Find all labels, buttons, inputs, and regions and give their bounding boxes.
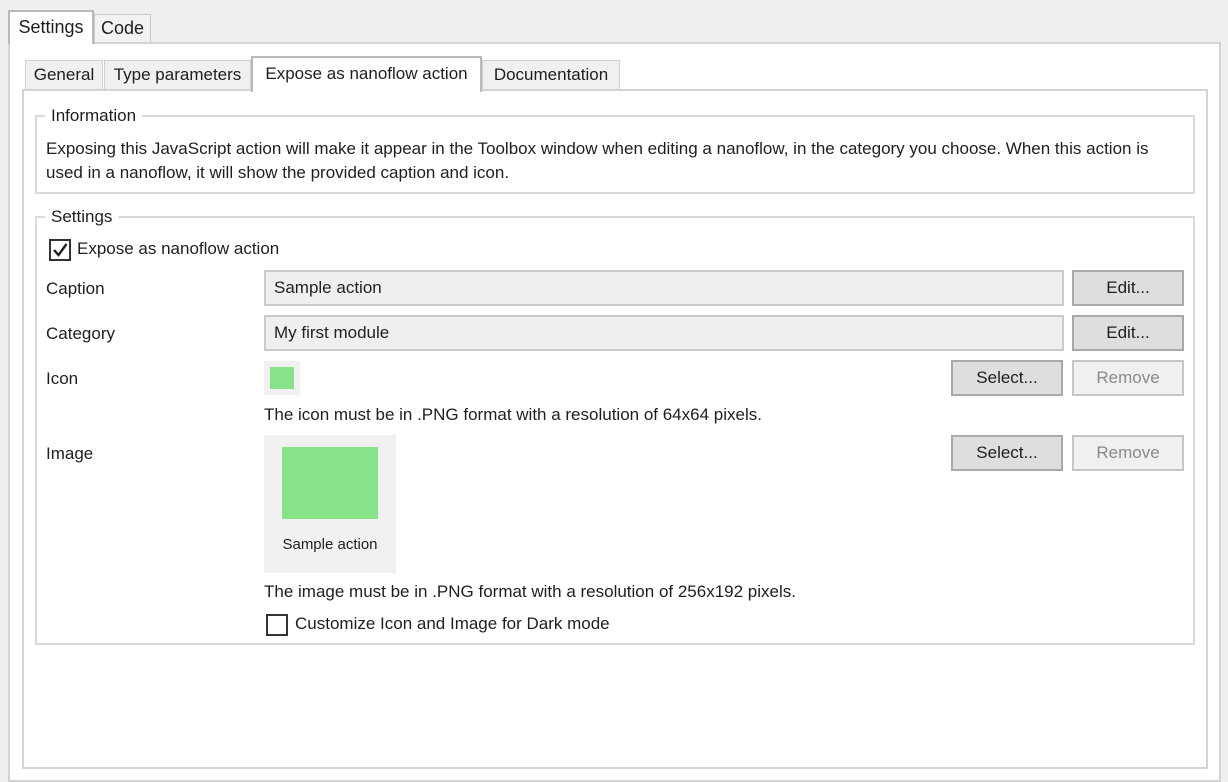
tab-general[interactable]: General (25, 60, 103, 90)
image-hint: The image must be in .PNG format with a … (264, 582, 796, 601)
information-legend: Information (45, 106, 143, 126)
tab-code[interactable]: Code (94, 14, 151, 42)
information-text: Exposing this JavaScript action will mak… (46, 139, 1149, 182)
caption-edit-button[interactable]: Edit... (1072, 270, 1184, 306)
icon-preview-swatch (270, 367, 294, 389)
icon-remove-button[interactable]: Remove (1072, 360, 1184, 396)
icon-label: Icon (46, 369, 79, 388)
image-select-button[interactable]: Select... (951, 435, 1063, 471)
image-preview-caption: Sample action (282, 536, 378, 553)
tab-expose-as-nanoflow-action[interactable]: Expose as nanoflow action (251, 56, 482, 92)
icon-preview (264, 361, 300, 395)
tab-type-parameters[interactable]: Type parameters (104, 60, 251, 90)
dark-mode-checkbox-label[interactable]: Customize Icon and Image for Dark mode (295, 614, 610, 634)
image-preview-swatch (282, 447, 378, 519)
icon-hint: The icon must be in .PNG format with a r… (264, 405, 762, 424)
expose-checkbox-label[interactable]: Expose as nanoflow action (77, 239, 279, 259)
caption-label: Caption (46, 279, 105, 298)
tab-documentation[interactable]: Documentation (482, 60, 620, 90)
icon-select-button[interactable]: Select... (951, 360, 1063, 396)
category-field[interactable]: My first module (264, 315, 1064, 351)
caption-field[interactable]: Sample action (264, 270, 1064, 306)
image-label: Image (46, 444, 94, 463)
dark-mode-checkbox[interactable] (266, 614, 288, 636)
category-edit-button[interactable]: Edit... (1072, 315, 1184, 351)
checkmark-icon (53, 243, 68, 257)
category-label: Category (46, 324, 115, 343)
expose-checkbox[interactable] (49, 239, 71, 261)
tab-settings[interactable]: Settings (8, 10, 94, 44)
image-preview: Sample action (264, 435, 396, 573)
image-remove-button[interactable]: Remove (1072, 435, 1184, 471)
settings-legend: Settings (45, 207, 119, 227)
